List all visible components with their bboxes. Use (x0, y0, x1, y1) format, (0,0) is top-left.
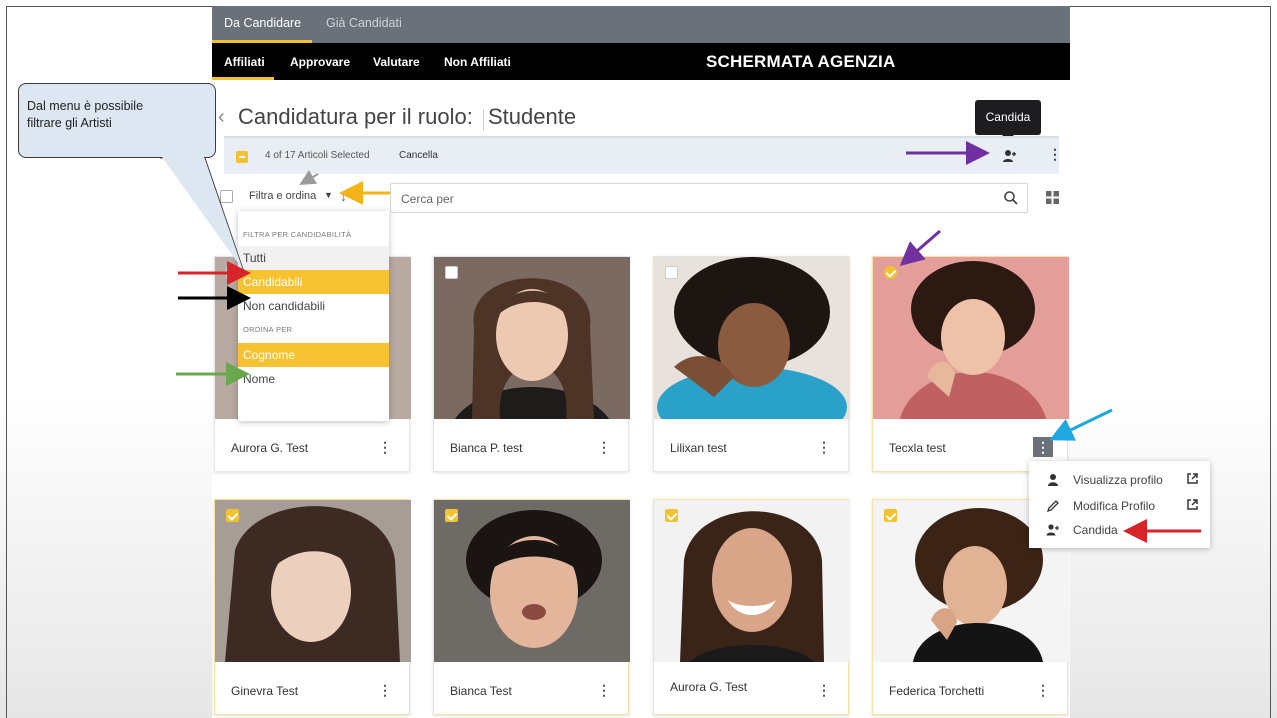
card-checkbox-checked[interactable] (445, 509, 458, 522)
callout-line-2: filtrare gli Artisti (27, 116, 112, 130)
back-chevron-icon[interactable]: ‹ (218, 106, 225, 129)
card-menu-icon[interactable]: ⋮ (594, 437, 614, 457)
artist-card[interactable]: Bianca P. test ⋮ (433, 256, 630, 472)
more-options-icon[interactable]: ⋮ (1048, 146, 1062, 163)
agency-screen-label: SCHERMATA AGENZIA (706, 52, 896, 71)
card-checkbox[interactable] (665, 266, 678, 279)
callout-text: Dal menu è possibile filtrare gli Artist… (27, 98, 143, 132)
sub-tab-bar: Affiliati Approvare Valutare Non Affilia… (212, 43, 1070, 80)
menu-item-visualizza-profilo[interactable]: Visualizza profilo (1029, 468, 1210, 492)
select-all-checkbox[interactable] (220, 190, 233, 203)
active-subtab-indicator (212, 77, 274, 80)
artist-card[interactable]: Bianca Test ⋮ (433, 499, 630, 715)
menu-item-candida[interactable]: Candida (1029, 518, 1210, 542)
filter-option-non-candidabili[interactable]: Non candidabili (238, 294, 389, 318)
page-title: Candidatura per il ruolo: (238, 104, 473, 129)
tab-non-affiliati[interactable]: Non Affiliati (444, 55, 511, 69)
card-menu-icon[interactable]: ⋮ (814, 680, 834, 700)
sort-section-header: ORDINA PER (243, 325, 293, 334)
card-menu-icon[interactable]: ⋮ (814, 437, 834, 457)
selection-count: 4 of 17 Articoli Selected (265, 150, 370, 161)
card-menu-icon-active[interactable]: ⋮ (1033, 437, 1053, 457)
role-name: Studente (488, 104, 577, 129)
card-context-menu: Visualizza profilo Modifica Profilo Cand… (1029, 461, 1210, 548)
artist-name: Ginevra Test (231, 684, 299, 698)
card-checkbox-checked[interactable] (884, 509, 897, 522)
grid-view-icon[interactable] (1046, 191, 1059, 204)
sort-icon[interactable]: ↕ (340, 188, 347, 204)
artist-name: Bianca Test (450, 684, 512, 698)
deselect-all-checkbox[interactable] (236, 151, 248, 163)
filter-option-candidabili[interactable]: Candidabili (238, 270, 389, 294)
artist-photo (654, 257, 850, 419)
external-link-icon (1187, 499, 1198, 510)
sort-option-cognome[interactable]: Cognome (238, 343, 389, 367)
artist-name: Federica Torchetti (889, 684, 985, 698)
artist-photo (654, 500, 850, 662)
pencil-icon (1046, 500, 1059, 513)
menu-item-label: Candida (1073, 523, 1118, 537)
filter-sort-dropdown: FILTRA PER CANDIDABILITÀ Tutti Candidabi… (238, 211, 389, 421)
tab-valutare[interactable]: Valutare (373, 55, 420, 69)
search-placeholder: Cerca per (401, 192, 454, 206)
card-checkbox[interactable] (445, 266, 458, 279)
external-link-icon (1187, 473, 1198, 484)
annotation-callout: Dal menu è possibile filtrare gli Artist… (18, 83, 216, 158)
menu-item-label: Modifica Profilo (1073, 499, 1156, 513)
artist-card[interactable]: Aurora G. Test ⋮ (653, 499, 850, 715)
artist-photo (434, 500, 630, 662)
artist-card[interactable]: Ginevra Test ⋮ (214, 499, 411, 715)
artist-card[interactable]: Lilixan test ⋮ (653, 256, 850, 472)
candida-tooltip: Candida (975, 100, 1041, 141)
card-menu-icon[interactable]: ⋮ (375, 680, 395, 700)
artist-name: Bianca P. test (450, 441, 523, 455)
artist-name: Tecxla test (889, 441, 946, 455)
card-checkbox-checked[interactable] (226, 509, 239, 522)
artist-name: Aurora G. Test (670, 680, 748, 694)
card-menu-icon[interactable]: ⋮ (1033, 680, 1053, 700)
card-menu-icon[interactable]: ⋮ (375, 437, 395, 457)
menu-item-modifica-profilo[interactable]: Modifica Profilo (1029, 494, 1210, 518)
top-tab-bar: Da Candidare Già Candidati (212, 6, 1070, 43)
filter-option-tutti[interactable]: Tutti (238, 246, 389, 270)
tab-affiliati[interactable]: Affiliati (224, 55, 265, 69)
caret-down-icon[interactable]: ▼ (324, 190, 333, 200)
filter-sort-button[interactable]: Filtra e ordina (249, 190, 316, 202)
tab-approvare[interactable]: Approvare (290, 55, 350, 69)
app-screen: Da Candidare Già Candidati Affiliati App… (212, 6, 1070, 718)
add-person-icon (1046, 524, 1059, 536)
artist-name: Lilixan test (670, 441, 727, 455)
artist-photo (434, 257, 630, 419)
search-input[interactable]: Cerca per (390, 183, 1028, 213)
artist-photo (873, 257, 1069, 419)
person-icon (1048, 474, 1058, 486)
artist-card[interactable]: Tecxla test ⋮ (872, 256, 1069, 472)
artist-name: Aurora G. Test (231, 441, 309, 455)
tab-gia-candidati[interactable]: Già Candidati (326, 16, 402, 30)
artist-photo (215, 500, 411, 662)
search-icon[interactable] (1003, 190, 1019, 206)
menu-item-label: Visualizza profilo (1073, 473, 1163, 487)
cancel-selection-link[interactable]: Cancella (399, 150, 438, 161)
add-person-icon[interactable] (1002, 148, 1018, 164)
card-menu-icon[interactable]: ⋮ (594, 680, 614, 700)
filter-section-header: FILTRA PER CANDIDABILITÀ (243, 230, 352, 239)
title-separator (483, 109, 484, 131)
tab-da-candidare[interactable]: Da Candidare (224, 16, 301, 30)
card-checkbox-checked[interactable] (884, 266, 897, 279)
card-checkbox-checked[interactable] (665, 509, 678, 522)
callout-line-1: Dal menu è possibile (27, 99, 144, 113)
sort-option-nome[interactable]: Nome (238, 367, 389, 391)
selection-bar: 4 of 17 Articoli Selected Cancella ⋮ (224, 136, 1062, 174)
